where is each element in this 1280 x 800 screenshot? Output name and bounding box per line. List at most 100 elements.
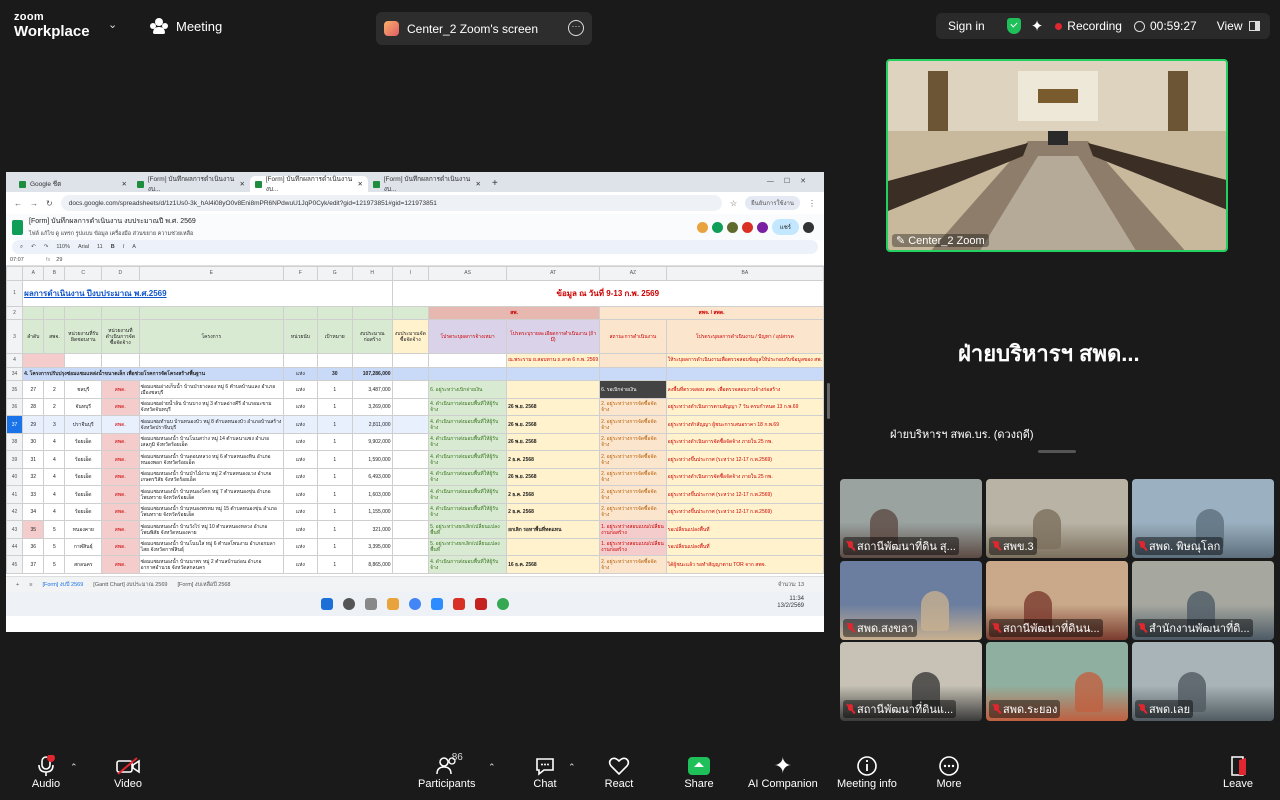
share-screen-button[interactable]: Share xyxy=(684,754,714,790)
cell-project[interactable]: ซ่อมแซมหนองน้ำ บ้านป่าไม้งาม หมู่ 2 ตำบล… xyxy=(138,467,285,487)
row-number[interactable]: 38 xyxy=(6,432,24,452)
panel-divider[interactable] xyxy=(1038,450,1076,453)
cell-at[interactable]: 26 พ.ย. 2568 xyxy=(506,415,601,434)
dropdown-cell-as[interactable]: 5. อยู่ระหว่างยกเลิก/เปลี่ยนแปลงพื้นที่ xyxy=(428,537,508,557)
redo-icon[interactable]: ↷ xyxy=(44,244,49,250)
forward-icon[interactable]: → xyxy=(30,199,38,208)
cell-procure[interactable] xyxy=(391,450,430,469)
dropdown-cell-az[interactable]: 1. อยู่ระหว่างสอบแบบ/เปลี่ยนงานก่อสร้าง xyxy=(599,520,667,539)
note-cell[interactable] xyxy=(599,353,667,368)
column-header[interactable] xyxy=(6,266,24,281)
security-shield-icon[interactable] xyxy=(1006,18,1021,34)
spreadsheet-grid[interactable]: A B C D E F G H I AS AT AZ BA 1 ผลการดำเนินงาน ปีงบประ… xyxy=(6,266,824,576)
undo-icon[interactable]: ↶ xyxy=(31,244,36,250)
cell-budget[interactable]: 3,269,000 xyxy=(351,397,393,417)
formula-input[interactable]: 29 xyxy=(56,257,62,263)
cell-procure[interactable] xyxy=(391,485,430,504)
window-controls[interactable]: —☐✕ xyxy=(767,177,816,185)
cell-sp[interactable]: 2 xyxy=(43,380,66,399)
cell-agency[interactable]: ร้อยเอ็ด xyxy=(64,467,102,487)
header-cell[interactable] xyxy=(316,305,353,321)
taskbar-clock[interactable]: 11:34 13/2/2569 xyxy=(777,596,804,610)
cell-unit[interactable]: แห่ง xyxy=(283,467,318,487)
start-icon[interactable] xyxy=(321,598,333,610)
summary-cell[interactable] xyxy=(665,366,824,382)
cell-target[interactable]: 1 xyxy=(316,397,353,417)
react-button[interactable]: React xyxy=(604,754,634,790)
cell-no[interactable]: 31 xyxy=(22,450,45,469)
left-sheet-title[interactable]: ผลการดำเนินงาน ปีงบประมาณ พ.ศ.2569 xyxy=(22,279,393,307)
cell-sp[interactable]: 5 xyxy=(43,555,66,574)
participant-tile[interactable]: สถานีพัฒนาที่ดินแ... xyxy=(840,642,982,721)
avatar[interactable] xyxy=(696,221,708,233)
chat-button[interactable]: Chat xyxy=(530,754,560,790)
cell-ba[interactable]: อยู่ระหว่างขึ้นประกาศ (ระหว่าง 12-17 ก.พ… xyxy=(665,450,824,469)
new-tab-icon[interactable]: + xyxy=(492,178,498,189)
cell-no[interactable]: 37 xyxy=(22,555,45,574)
cell-at[interactable]: 26 พ.ย. 2568 xyxy=(506,397,601,417)
column-header[interactable]: D xyxy=(101,266,140,281)
dropdown-cell-as[interactable]: 4. ดำเนินการส่งมอบพื้นที่ให้ผู้รับจ้าง xyxy=(428,415,508,434)
pdf-app-icon[interactable] xyxy=(453,598,465,610)
header-cell[interactable] xyxy=(43,305,66,321)
participant-tile[interactable]: สพข.3 xyxy=(986,479,1128,558)
cell-no[interactable]: 27 xyxy=(22,380,45,399)
cell-procure[interactable] xyxy=(391,467,430,487)
cell-ba[interactable]: อยู่ระหว่างทำสัญญา ผู้ชนะการเสนอราคา 18 … xyxy=(665,415,824,434)
dropdown-cell-as[interactable]: 4. ดำเนินการส่งมอบพื้นที่ให้ผู้รับจ้าง xyxy=(428,432,508,452)
cell-procure[interactable] xyxy=(391,380,430,399)
row-number[interactable]: 39 xyxy=(6,450,24,469)
dropdown-cell-as[interactable]: 4. ดำเนินการส่งมอบพื้นที่ให้ผู้รับจ้าง xyxy=(428,502,508,522)
font-size-input[interactable]: 11 xyxy=(97,244,103,250)
cell-budget[interactable]: 6,493,000 xyxy=(351,467,393,487)
note-cell[interactable] xyxy=(283,353,318,368)
column-header[interactable]: H xyxy=(351,266,393,281)
dropdown-cell-az[interactable]: 1. อยู่ระหว่างสอบแบบ/เปลี่ยนงานก่อสร้าง xyxy=(599,537,667,557)
italic-icon[interactable]: I xyxy=(123,244,125,250)
row-number[interactable]: 44 xyxy=(6,537,24,557)
cell-agency[interactable]: ร้อยเอ็ด xyxy=(64,485,102,504)
chrome-profile-icon[interactable] xyxy=(497,598,509,610)
column-header[interactable]: G xyxy=(316,266,353,281)
browser-menu-icon[interactable]: ⋮ xyxy=(808,199,816,208)
cell-unit[interactable]: แห่ง xyxy=(283,555,318,574)
summary-cell[interactable] xyxy=(428,366,508,382)
cell-project[interactable]: ซ่อมแซมหนองน้ำ บ้านหนองพรหม หมู่ 15 ตำบล… xyxy=(138,502,285,522)
cell-no[interactable]: 34 xyxy=(22,502,45,522)
summary-label[interactable]: 4. โครงการปรับปรุงซ่อมแซมแหล่งน้ำขนาดเล็… xyxy=(22,366,285,382)
cell-project[interactable]: ซ่อมแซมหนองน้ำ บ้านหนองโคก หมู่ 7 ตำบลหน… xyxy=(138,485,285,504)
cell-no[interactable]: 35 xyxy=(22,520,45,539)
cell-type[interactable]: สพด. xyxy=(101,380,140,399)
close-icon[interactable]: ✕ xyxy=(122,180,127,188)
sheets-menu-bar[interactable]: ไฟล์ แก้ไข ดู แทรก รูปแบบ ข้อมูล เครื่อง… xyxy=(29,230,196,238)
cell-unit[interactable]: แห่ง xyxy=(283,415,318,434)
cell-budget[interactable]: 1,603,000 xyxy=(351,485,393,504)
row-number[interactable]: 42 xyxy=(6,502,24,522)
cell-at[interactable] xyxy=(506,380,601,399)
participant-tile[interactable]: สถานีพัฒนาที่ดิน สุ... xyxy=(840,479,982,558)
column-header[interactable]: AT xyxy=(506,266,601,281)
column-label-unit[interactable]: หน่วยนับ xyxy=(283,319,318,355)
browser-tab[interactable]: Google ชีต ✕ xyxy=(14,176,132,192)
cell-agency[interactable]: จันทบุรี xyxy=(64,397,102,417)
cell-unit[interactable]: แห่ง xyxy=(283,380,318,399)
summary-cell[interactable] xyxy=(391,366,430,382)
row-number[interactable]: 4 xyxy=(6,353,24,368)
column-label-target[interactable]: เป้าหมาย xyxy=(316,319,353,355)
cell-agency[interactable]: ร้อยเอ็ด xyxy=(64,450,102,469)
summary-unit[interactable]: แห่ง xyxy=(283,366,318,382)
zoom-select[interactable]: 110% xyxy=(56,244,70,250)
note-cell[interactable] xyxy=(391,353,430,368)
cell-ba[interactable]: อยู่ระหว่างดำเนินการจัดซื้อจัดจ้าง ภายใน… xyxy=(665,467,824,487)
shared-screen-tab[interactable]: Center_2 Zoom's screen ··· xyxy=(376,12,592,45)
view-button[interactable]: View xyxy=(1217,19,1260,33)
participant-tile[interactable]: สำนักงานพัฒนาที่ดิ... xyxy=(1132,560,1274,640)
avatar[interactable] xyxy=(711,221,723,233)
cell-sp[interactable]: 3 xyxy=(43,415,66,434)
all-sheets-icon[interactable]: ≡ xyxy=(29,582,32,588)
header-cell[interactable] xyxy=(351,305,393,321)
cell-procure[interactable] xyxy=(391,537,430,557)
cell-unit[interactable]: แห่ง xyxy=(283,502,318,522)
sheet-tab-active[interactable]: [Form] งบปี 2569 xyxy=(42,581,83,589)
add-sheet-icon[interactable]: + xyxy=(16,582,19,588)
